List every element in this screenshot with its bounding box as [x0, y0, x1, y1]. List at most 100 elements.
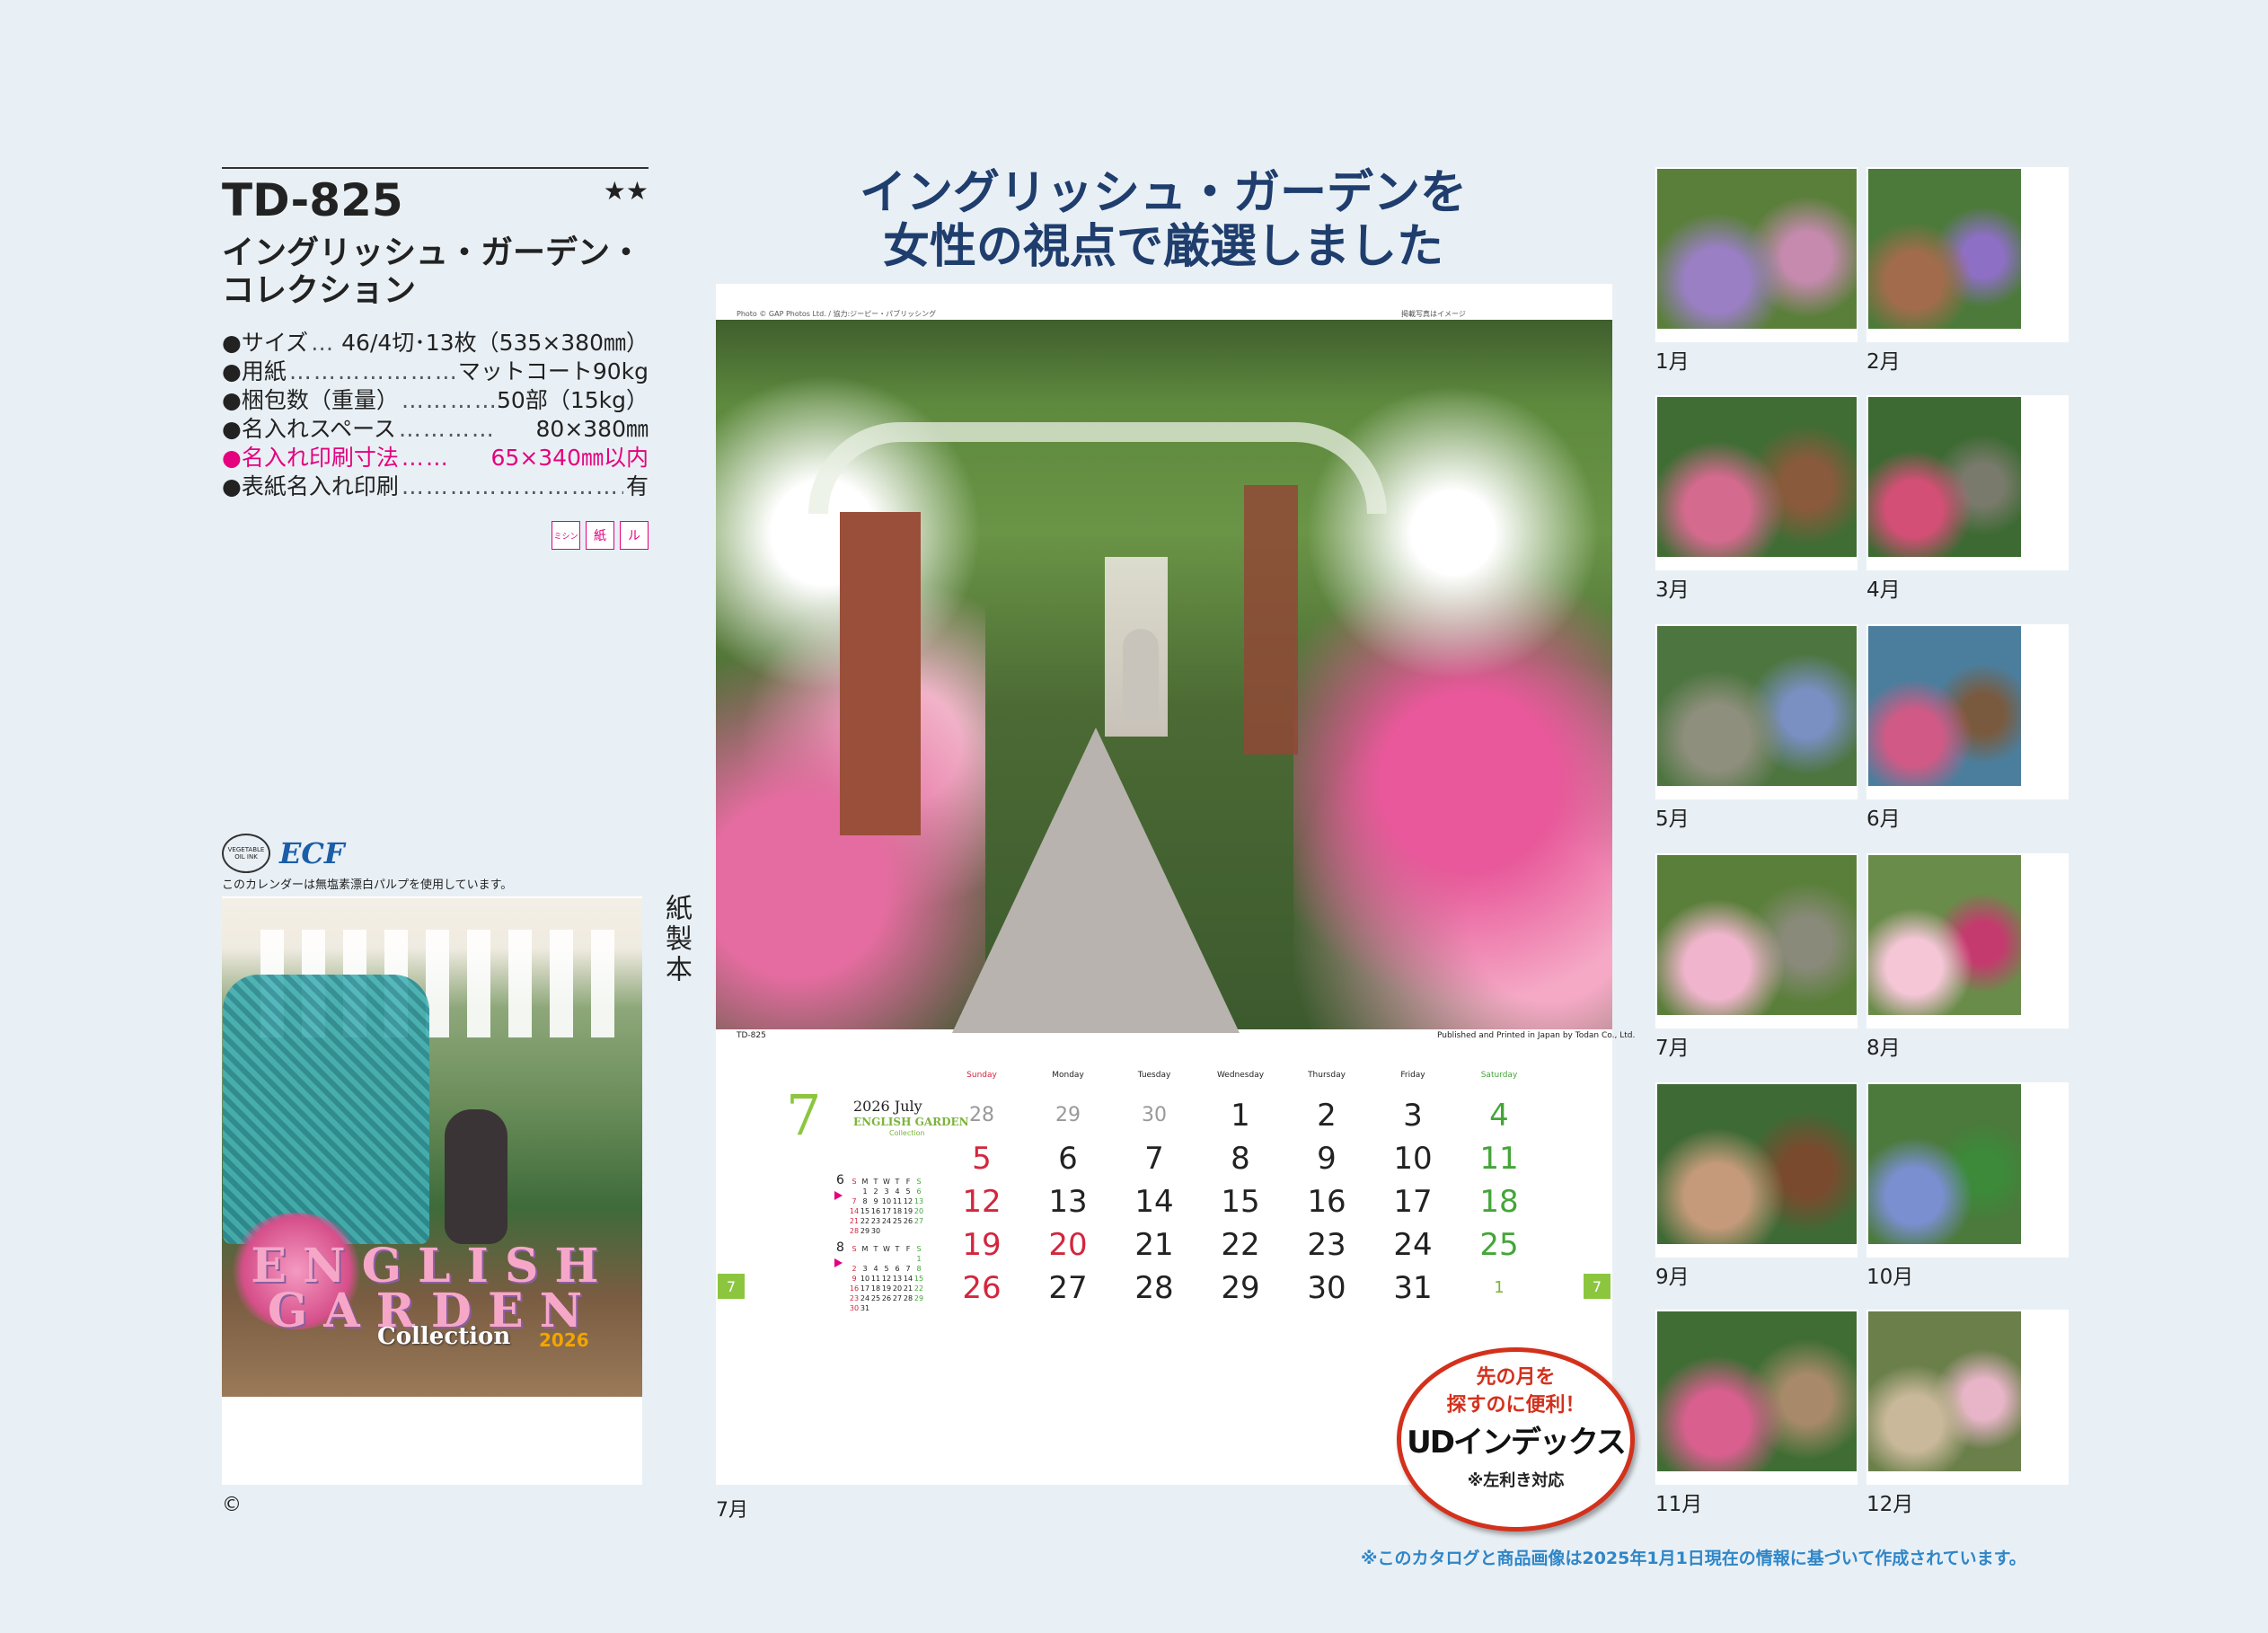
- calendar-day: 31: [1393, 1270, 1433, 1306]
- calendar-day: 19: [962, 1227, 1002, 1263]
- mini-day: 14: [849, 1207, 860, 1215]
- mini-calendar-prev: 6 S M T W T F S 1 2 3 4 5 6 7 8 9 10 11 12 13 14 15 16 17 18 19 20…: [834, 1173, 924, 1236]
- footnote: ※このカタログと商品画像は2025年1月1日現在の情報に基づいて作成されています…: [1361, 1549, 2026, 1568]
- spec-size: ●サイズ… 46/4切･13枚（535×380㎜）: [222, 330, 649, 356]
- mini-day: 25: [892, 1217, 903, 1225]
- mini-day: 4: [895, 1187, 900, 1196]
- mini-day: 26: [903, 1217, 913, 1225]
- eco-logos: VEGETABLE OIL INK ECF: [222, 834, 345, 873]
- mini-day: 16: [870, 1207, 881, 1215]
- thumbnail-month-label: 1月: [1655, 350, 1690, 374]
- mini-day: 17: [881, 1207, 892, 1215]
- mini-day: 29: [913, 1294, 924, 1302]
- brick-pillar-right: [1244, 485, 1298, 755]
- mini-day: 15: [860, 1207, 870, 1215]
- cover-chair-image: [223, 975, 429, 1244]
- calendar-day: 30: [1307, 1270, 1346, 1306]
- calendar-day: 16: [1307, 1184, 1346, 1220]
- mini-day: 6: [916, 1187, 922, 1196]
- spec-print-size: ●名入れ印刷寸法…… 65×340㎜以内: [222, 445, 649, 471]
- calendar-day: 28: [1134, 1270, 1174, 1306]
- calendar-day: 12: [962, 1184, 1002, 1220]
- month-thumbnail-image: [1657, 855, 1857, 1015]
- mini-day: 15: [913, 1275, 924, 1283]
- spec-paper: ●用紙……………………マットコート90kg: [222, 358, 649, 384]
- mini-day: 24: [881, 1217, 892, 1225]
- mini-day: 29: [860, 1227, 870, 1235]
- mini-day: 26: [881, 1294, 892, 1302]
- center-month-label: 7月: [716, 1499, 748, 1522]
- weekday-header: Monday: [1052, 1071, 1084, 1080]
- mini-day: 7: [852, 1197, 857, 1205]
- mini-day: 22: [913, 1284, 924, 1293]
- calendar-day: 28: [969, 1104, 994, 1126]
- ud-badge-line2: 探すのに便利！: [1446, 1394, 1585, 1417]
- weekday-header: Thursday: [1308, 1071, 1346, 1080]
- mini-day: 23: [849, 1294, 860, 1302]
- calendar-day: 24: [1393, 1227, 1433, 1263]
- month-thumbnail-image: [1657, 1311, 1857, 1471]
- mini-weekday: T: [873, 1178, 878, 1186]
- mini-day: 18: [870, 1284, 881, 1293]
- roses-right-image: [1293, 320, 1612, 1029]
- mini-day: 23: [870, 1217, 881, 1225]
- copyright-mark: ©: [222, 1494, 242, 1516]
- product-code: TD-825: [222, 174, 403, 226]
- weekday-header: Saturday: [1480, 1071, 1518, 1080]
- mini-weekday: F: [905, 1178, 911, 1186]
- month-thumbnail-image: [1868, 169, 2021, 329]
- ud-badge-sub: ※左利き対応: [1467, 1471, 1565, 1490]
- mini-day: 5: [905, 1187, 911, 1196]
- thumbnail-month-label: 10月: [1866, 1266, 1914, 1289]
- calendar-day: 26: [962, 1270, 1002, 1306]
- weekday-header: Tuesday: [1137, 1071, 1171, 1080]
- calendar-day: 29: [1055, 1104, 1081, 1126]
- thumbnail-month-label: 12月: [1866, 1493, 1914, 1516]
- top-rule: [222, 167, 649, 169]
- mini-day: [903, 1303, 913, 1313]
- mini-day: 11: [892, 1197, 903, 1205]
- mini-weekday: M: [861, 1178, 869, 1186]
- mini-weekday: W: [883, 1245, 890, 1253]
- calendar-day: 17: [1393, 1184, 1433, 1220]
- mini-day: 14: [903, 1275, 913, 1283]
- sheet-publisher: Published and Printed in Japan by Todan …: [1437, 1031, 1636, 1040]
- mini-day: 3: [884, 1187, 889, 1196]
- photo-note: 掲載写真はイメージ: [1401, 310, 1466, 318]
- mini-day: 2: [873, 1187, 878, 1196]
- calendar-day: 5: [972, 1141, 992, 1177]
- weekday-header: Friday: [1400, 1071, 1425, 1080]
- calendar-day: 3: [1403, 1098, 1423, 1134]
- mini-day: [892, 1303, 903, 1313]
- mini-weekday: T: [895, 1245, 900, 1253]
- mini-day: 12: [881, 1275, 892, 1283]
- mini-day: 9: [852, 1275, 857, 1283]
- mini-prev-table: S M T W T F S 1 2 3 4 5 6 7 8 9 10 11 12 13 14 15 16 17 18 19 20 21…: [849, 1177, 924, 1236]
- mini-day: 8: [916, 1265, 922, 1273]
- mini-weekday: S: [916, 1178, 922, 1186]
- pointer-icon: [834, 1258, 843, 1267]
- month-thumbnail-image: [1657, 397, 1857, 557]
- thumbnail-month-label: 5月: [1655, 808, 1690, 831]
- mini-day: 17: [860, 1284, 870, 1293]
- thumbnail-month-label: 2月: [1866, 350, 1901, 374]
- calendar-day: 8: [1231, 1141, 1250, 1177]
- mini-day: 5: [884, 1265, 889, 1273]
- thumbnail-month-label: 11月: [1655, 1493, 1703, 1516]
- mini-day: [870, 1254, 881, 1264]
- mini-day: 10: [881, 1197, 892, 1205]
- calendar-day: 10: [1393, 1141, 1433, 1177]
- calendar-day: 13: [1048, 1184, 1088, 1220]
- mini-day: 31: [860, 1304, 870, 1312]
- mini-day: 1: [862, 1187, 868, 1196]
- mini-day: 22: [860, 1217, 870, 1225]
- mini-day: 13: [913, 1197, 924, 1205]
- rating-stars: ★★: [603, 176, 649, 206]
- calendar-day: 4: [1489, 1098, 1509, 1134]
- thumbnail-month-label: 9月: [1655, 1266, 1690, 1289]
- month-thumbnail-image: [1657, 169, 1857, 329]
- mini-day: 2: [852, 1265, 857, 1273]
- mini-day: 3: [862, 1265, 868, 1273]
- mini-prev-month: 6: [836, 1173, 844, 1187]
- ecf-logo: ECF: [279, 836, 345, 870]
